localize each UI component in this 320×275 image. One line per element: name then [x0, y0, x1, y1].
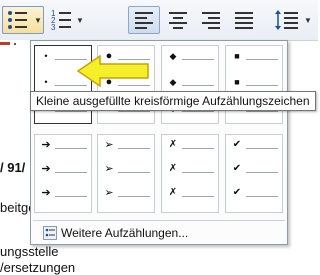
align-right-button[interactable]	[196, 6, 226, 34]
ribbon-paragraph-toolbar: ▼ 1 2 3 ▼ ▼	[0, 0, 318, 41]
bullet-list-icon	[43, 226, 57, 240]
bullet-library-dropdown: • • • ● ● ● ◆ ◆ ◆ ■ ■ ■ ➔ ➔ ➔ ➢ ➢ ➢ ✗ ✗ …	[30, 40, 288, 245]
align-right-icon	[202, 12, 220, 29]
more-bullets-menu-item[interactable]: Weitere Aufzählungen...	[35, 224, 283, 242]
justify-button[interactable]	[229, 6, 259, 34]
bullet-option-square[interactable]: ■ ■ ■	[225, 45, 283, 124]
highlight-arrow-icon	[76, 54, 149, 88]
document-text-line: /ersetzungen	[0, 260, 76, 275]
bullet-glyph: ✔	[232, 139, 242, 150]
tooltip: Kleine ausgefüllte kreisförmige Aufzählu…	[30, 91, 316, 111]
bullet-glyph: ✗	[168, 163, 178, 174]
bullet-glyph: ➔	[41, 163, 51, 175]
numbered-list-icon: 1 2 3	[51, 9, 71, 32]
justify-icon	[235, 12, 253, 29]
bullet-option-diamond[interactable]: ◆ ◆ ◆	[161, 45, 219, 124]
bullet-glyph: •	[44, 77, 48, 87]
bullet-glyph: ➢	[104, 163, 114, 175]
bullet-option-cross[interactable]: ✗ ✗ ✗	[161, 134, 219, 213]
more-bullets-label: Weitere Aufzählungen...	[61, 226, 189, 240]
numbered-list-button[interactable]: 1 2 3 ▼	[46, 6, 86, 34]
align-left-button[interactable]	[128, 6, 160, 34]
bullet-glyph: ➢	[104, 187, 114, 199]
line-spacing-icon	[275, 10, 298, 30]
align-center-button[interactable]	[163, 6, 193, 34]
bullet-option-arrow[interactable]: ➔ ➔ ➔	[34, 134, 92, 213]
line-spacing-button[interactable]: ▼	[270, 6, 314, 34]
bullet-glyph: ✔	[232, 187, 242, 198]
chevron-down-icon[interactable]: ▼	[76, 16, 84, 25]
bullet-glyph: ✗	[168, 139, 178, 150]
bullet-glyph: ✗	[168, 187, 178, 198]
bullet-glyph: ■	[234, 77, 240, 87]
bullet-glyph: ◆	[169, 51, 177, 61]
numbered-list-digit-3: 3	[51, 23, 56, 32]
bullet-glyph: ■	[234, 51, 240, 61]
menu-separator	[33, 220, 285, 221]
bullet-glyph: ➢	[104, 139, 114, 151]
bullet-glyph: ➔	[41, 187, 51, 199]
bullet-list-icon	[8, 11, 27, 29]
bullet-glyph: •	[44, 51, 48, 61]
bullet-option-checkmark[interactable]: ✔ ✔ ✔	[225, 134, 283, 213]
bullet-list-button[interactable]: ▼	[2, 6, 44, 34]
document-text-line: / 91/	[0, 160, 26, 175]
document-text-line: ungsstelle	[0, 244, 59, 259]
bullet-glyph: ✔	[232, 163, 242, 174]
bullet-option-arrowhead[interactable]: ➢ ➢ ➢	[97, 134, 155, 213]
ruler	[0, 40, 30, 50]
align-center-icon	[169, 12, 187, 29]
bullet-glyph: ◆	[169, 77, 177, 87]
bullet-glyph: ➔	[41, 139, 51, 151]
chevron-down-icon[interactable]: ▼	[34, 16, 42, 25]
chevron-down-icon[interactable]: ▼	[304, 16, 312, 25]
align-left-icon	[135, 12, 153, 29]
